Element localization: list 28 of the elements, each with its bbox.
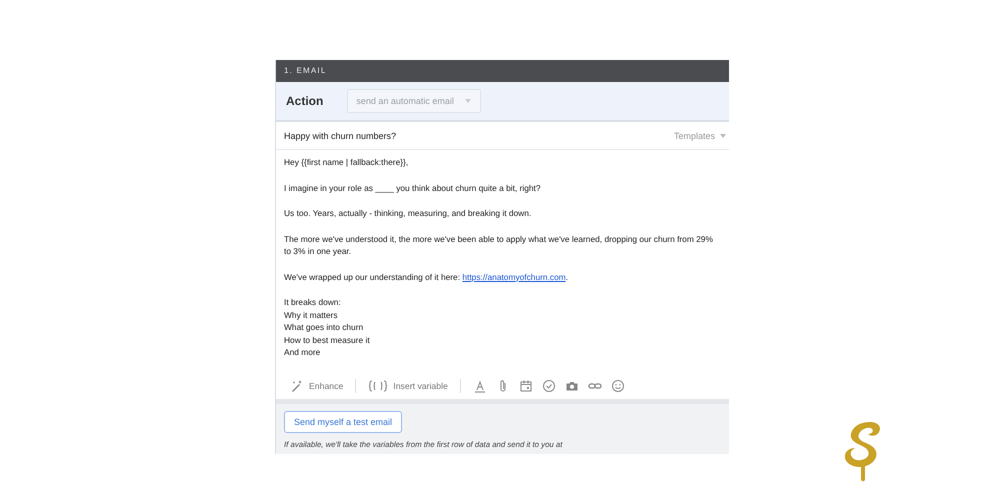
templates-dropdown[interactable]: Templates (674, 130, 729, 140)
body-text: . (566, 272, 568, 282)
action-label: Action (286, 94, 324, 108)
test-email-button[interactable]: Send myself a test email (284, 410, 402, 432)
body-text: How to best measure it (284, 334, 371, 346)
calendar-icon[interactable] (518, 379, 533, 393)
body-text: And more (284, 346, 322, 358)
enhance-button[interactable]: Enhance (290, 379, 344, 393)
body-text: We've wrapped up our understanding of it here: (284, 272, 460, 282)
caret-icon (719, 132, 727, 140)
link[interactable]: https://anatomyofchurn.com (462, 272, 566, 282)
smiley-icon[interactable] (610, 379, 625, 393)
body-text: Hey {{first name | fallback:there}}, (284, 156, 410, 168)
caret-icon (464, 97, 472, 105)
check-circle-icon[interactable] (542, 379, 556, 393)
camera-icon[interactable] (564, 379, 579, 393)
wand-icon (290, 379, 304, 393)
subject-field[interactable]: Happy with churn numbers? (284, 130, 396, 140)
braces-icon (368, 379, 388, 393)
text-format-icon[interactable] (472, 379, 487, 393)
step-title: 1. EMAIL (276, 60, 729, 82)
body-text: What goes into churn (284, 321, 364, 334)
body-text: I imagine in your role as ____ you think about churn quite a bit, right? (284, 182, 542, 194)
body-text: The more we've understood it, the more we've been able to apply what we've learned, dropping our churn from 29% to 3% in one year. (284, 232, 714, 258)
body-text: It breaks down: (284, 296, 342, 308)
body-text: Why it matters (284, 308, 339, 321)
body-text: Us too. Years, actually - thinking, measuring, and breaking it down. (284, 207, 532, 220)
insert-variable-button[interactable]: Insert variable (368, 379, 448, 393)
